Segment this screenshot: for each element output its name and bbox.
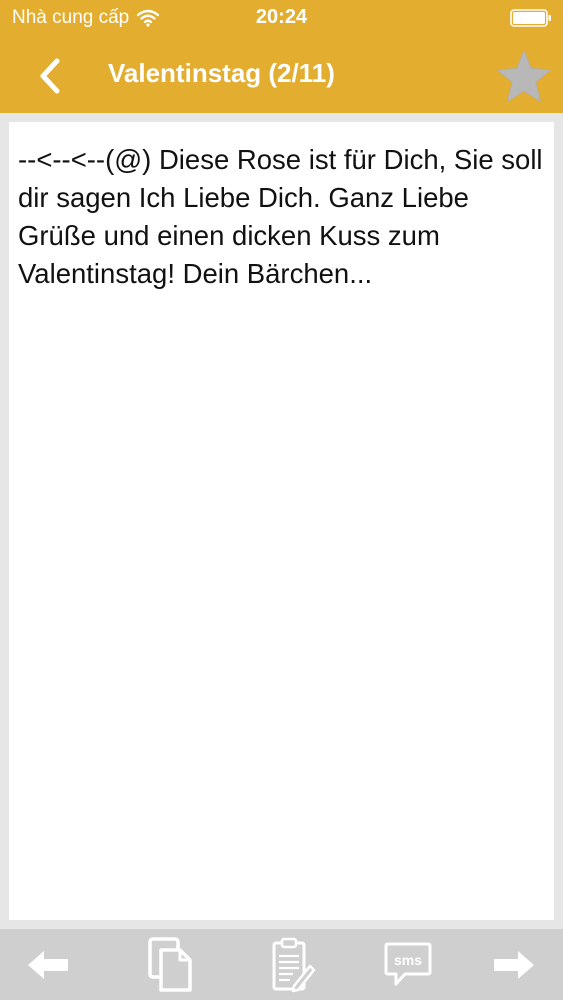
next-button[interactable] [484,935,544,995]
favorite-button[interactable] [493,46,555,108]
chevron-left-icon [40,58,60,94]
copy-icon [148,937,192,992]
copy-button[interactable] [140,935,200,995]
sms-icon: sms [384,942,432,986]
message-card: --<--<--(@) Diese Rose ist für Dich, Sie… [9,122,554,920]
clipboard-edit-icon [272,937,316,993]
star-icon [497,50,551,102]
status-bar: Nhà cung cấp 20:24 [0,0,563,38]
app-header: Nhà cung cấp 20:24 Valentinstag (2/11) [0,0,563,113]
sms-button[interactable]: sms [378,935,438,995]
navigation-bar: Valentinstag (2/11) [0,38,563,113]
message-text[interactable]: --<--<--(@) Diese Rose ist für Dich, Sie… [18,141,548,293]
arrow-right-icon [494,951,534,979]
status-time: 20:24 [255,6,308,28]
previous-button[interactable] [18,935,78,995]
bottom-toolbar: sms [0,929,563,1000]
sms-icon-label: sms [394,952,422,968]
arrow-left-icon [28,951,68,979]
page-title: Valentinstag (2/11) [108,58,335,88]
battery-icon [510,9,551,27]
back-button[interactable] [28,54,72,98]
clipboard-edit-button[interactable] [262,935,322,995]
